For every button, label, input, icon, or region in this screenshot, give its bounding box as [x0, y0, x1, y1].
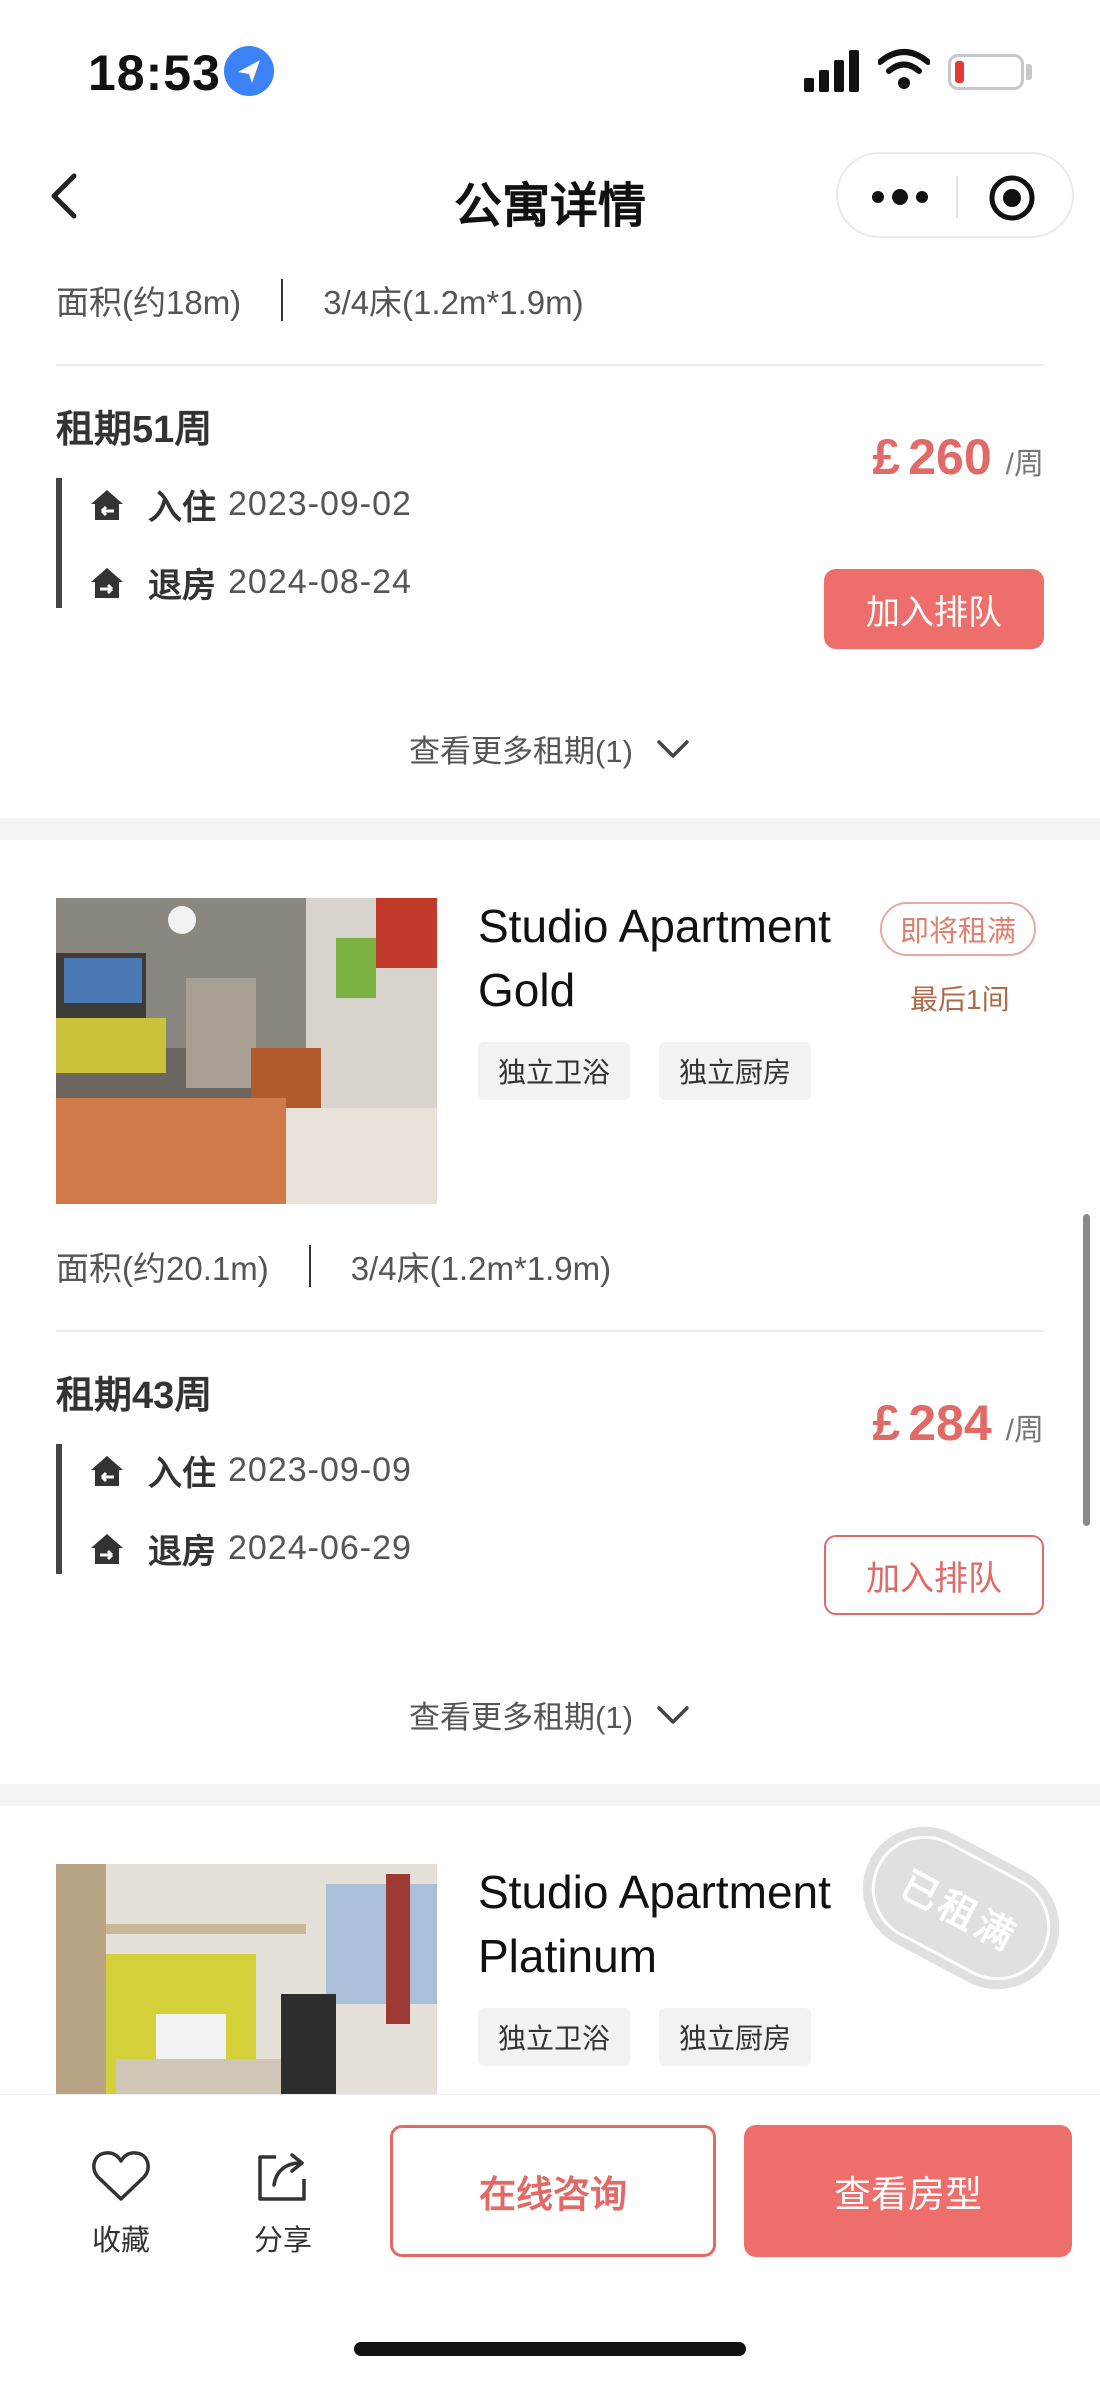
- room3-name[interactable]: Studio Apartment Platinum: [478, 1860, 878, 1988]
- online-consult-button[interactable]: 在线咨询: [390, 2125, 716, 2257]
- room1-area: 面积(约18m): [56, 284, 242, 321]
- room2-more-terms[interactable]: 查看更多租期(1): [0, 1692, 1100, 1737]
- room1-more-terms[interactable]: 查看更多租期(1): [0, 726, 1100, 771]
- almost-full-badge: 即将租满: [880, 902, 1036, 956]
- room2-join-queue-button[interactable]: 加入排队: [824, 1535, 1044, 1615]
- checkout-label: 退房: [148, 567, 216, 605]
- currency: £: [872, 1395, 901, 1451]
- nav-bar: 公寓详情: [0, 140, 1100, 250]
- bottom-action-bar: 收藏 分享 在线咨询 查看房型: [0, 2094, 1100, 2381]
- studio-room-image: [56, 898, 437, 1204]
- checkin-date: 2023-09-09: [228, 1451, 412, 1489]
- tag-private-bathroom: 独立卫浴: [478, 2008, 631, 2066]
- spec-divider: [308, 1245, 311, 1287]
- room1-price: £ 260 /周: [872, 428, 1044, 486]
- location-arrow-icon: [224, 46, 274, 96]
- room2-bed: 3/4床(1.2m*1.9m): [350, 1250, 612, 1287]
- favorite-label: 收藏: [91, 2225, 150, 2257]
- checkout-date: 2024-06-29: [228, 1529, 412, 1567]
- more-terms-label: 查看更多租期(1): [409, 1700, 633, 1735]
- battery-icon: [948, 54, 1024, 90]
- room2-area: 面积(约20.1m): [56, 1250, 269, 1287]
- share-label: 分享: [253, 2225, 312, 2257]
- miniprogram-capsule: [836, 152, 1074, 238]
- close-miniprogram-button[interactable]: [988, 174, 1036, 222]
- target-icon: [989, 175, 1035, 221]
- room2-price: £ 284 /周: [872, 1394, 1044, 1452]
- checkout-label: 退房: [148, 1533, 216, 1571]
- share-button[interactable]: 分享: [252, 2147, 314, 2259]
- room2-spec-row: 面积(约20.1m) 3/4床(1.2m*1.9m): [56, 1242, 611, 1290]
- more-dots-icon: [872, 189, 928, 205]
- room1-checkin-line: 入住 2023-09-02: [88, 480, 412, 529]
- stamp-label: 已租满: [853, 1817, 1069, 1999]
- more-terms-label: 查看更多租期(1): [409, 734, 633, 769]
- price-amount: 260: [908, 429, 992, 485]
- room1-bed: 3/4床(1.2m*1.9m): [323, 284, 584, 321]
- favorite-button[interactable]: 收藏: [90, 2147, 152, 2259]
- house-checkin-icon: [91, 489, 123, 520]
- tag-private-kitchen: 独立厨房: [659, 2008, 812, 2066]
- status-bar: 18:53: [0, 0, 1100, 140]
- room1-join-queue-button[interactable]: 加入排队: [824, 569, 1044, 649]
- cellular-signal-icon: [804, 50, 860, 92]
- room2-checkin-line: 入住 2023-09-09: [88, 1446, 412, 1495]
- section-gap: [0, 1784, 1100, 1806]
- currency: £: [872, 429, 901, 485]
- wifi-icon: [877, 48, 931, 90]
- house-checkout-icon: [91, 1533, 123, 1564]
- room2-term-title: 租期43周: [56, 1375, 213, 1417]
- room3-name-line2: Platinum: [478, 1930, 657, 1982]
- room1-spec-row: 面积(约18m) 3/4床(1.2m*1.9m): [56, 276, 584, 324]
- room1-date-block: 入住 2023-09-02 退房 2024-08-24: [56, 478, 556, 608]
- battery-cap: [1026, 64, 1032, 80]
- checkin-label: 入住: [148, 1455, 216, 1493]
- heart-icon: [92, 2151, 150, 2201]
- room2-name[interactable]: Studio Apartment Gold: [478, 894, 878, 1022]
- spec-divider: [281, 279, 284, 321]
- chevron-down-icon: [657, 1705, 689, 1724]
- room2-name-line1: Studio Apartment: [478, 900, 831, 952]
- house-checkout-icon: [91, 567, 123, 598]
- room1-term-title: 租期51周: [56, 409, 213, 451]
- more-button[interactable]: [868, 180, 932, 214]
- checkout-date: 2024-08-24: [228, 563, 412, 601]
- divider: [56, 364, 1044, 366]
- scrollbar[interactable]: [1083, 1214, 1090, 1526]
- room2-photo[interactable]: [56, 898, 437, 1204]
- share-icon: [258, 2153, 306, 2201]
- room2-checkout-line: 退房 2024-06-29: [88, 1524, 412, 1573]
- capsule-divider: [956, 176, 958, 218]
- room1-checkout-line: 退房 2024-08-24: [88, 558, 412, 607]
- status-time: 18:53: [88, 45, 221, 101]
- price-unit: /周: [1005, 448, 1044, 481]
- checkin-date: 2023-09-02: [228, 485, 412, 523]
- divider: [56, 1330, 1044, 1332]
- room3-photo[interactable]: [56, 1864, 437, 2094]
- checkin-label: 入住: [148, 489, 216, 527]
- chevron-down-icon: [657, 739, 689, 758]
- studio-room-image: [56, 1864, 437, 2094]
- room3-name-line1: Studio Apartment: [478, 1866, 831, 1918]
- house-checkin-icon: [91, 1455, 123, 1486]
- price-unit: /周: [1005, 1414, 1044, 1447]
- section-gap: [0, 818, 1100, 840]
- tag-private-kitchen: 独立厨房: [659, 1042, 812, 1100]
- price-amount: 284: [908, 1395, 992, 1451]
- room2-date-block: 入住 2023-09-09 退房 2024-06-29: [56, 1444, 556, 1574]
- room2-name-line2: Gold: [478, 964, 576, 1016]
- last-room-note: 最后1间: [910, 984, 1010, 1015]
- tag-private-bathroom: 独立卫浴: [478, 1042, 631, 1100]
- view-room-types-button[interactable]: 查看房型: [744, 2125, 1072, 2257]
- home-indicator[interactable]: [354, 2342, 746, 2356]
